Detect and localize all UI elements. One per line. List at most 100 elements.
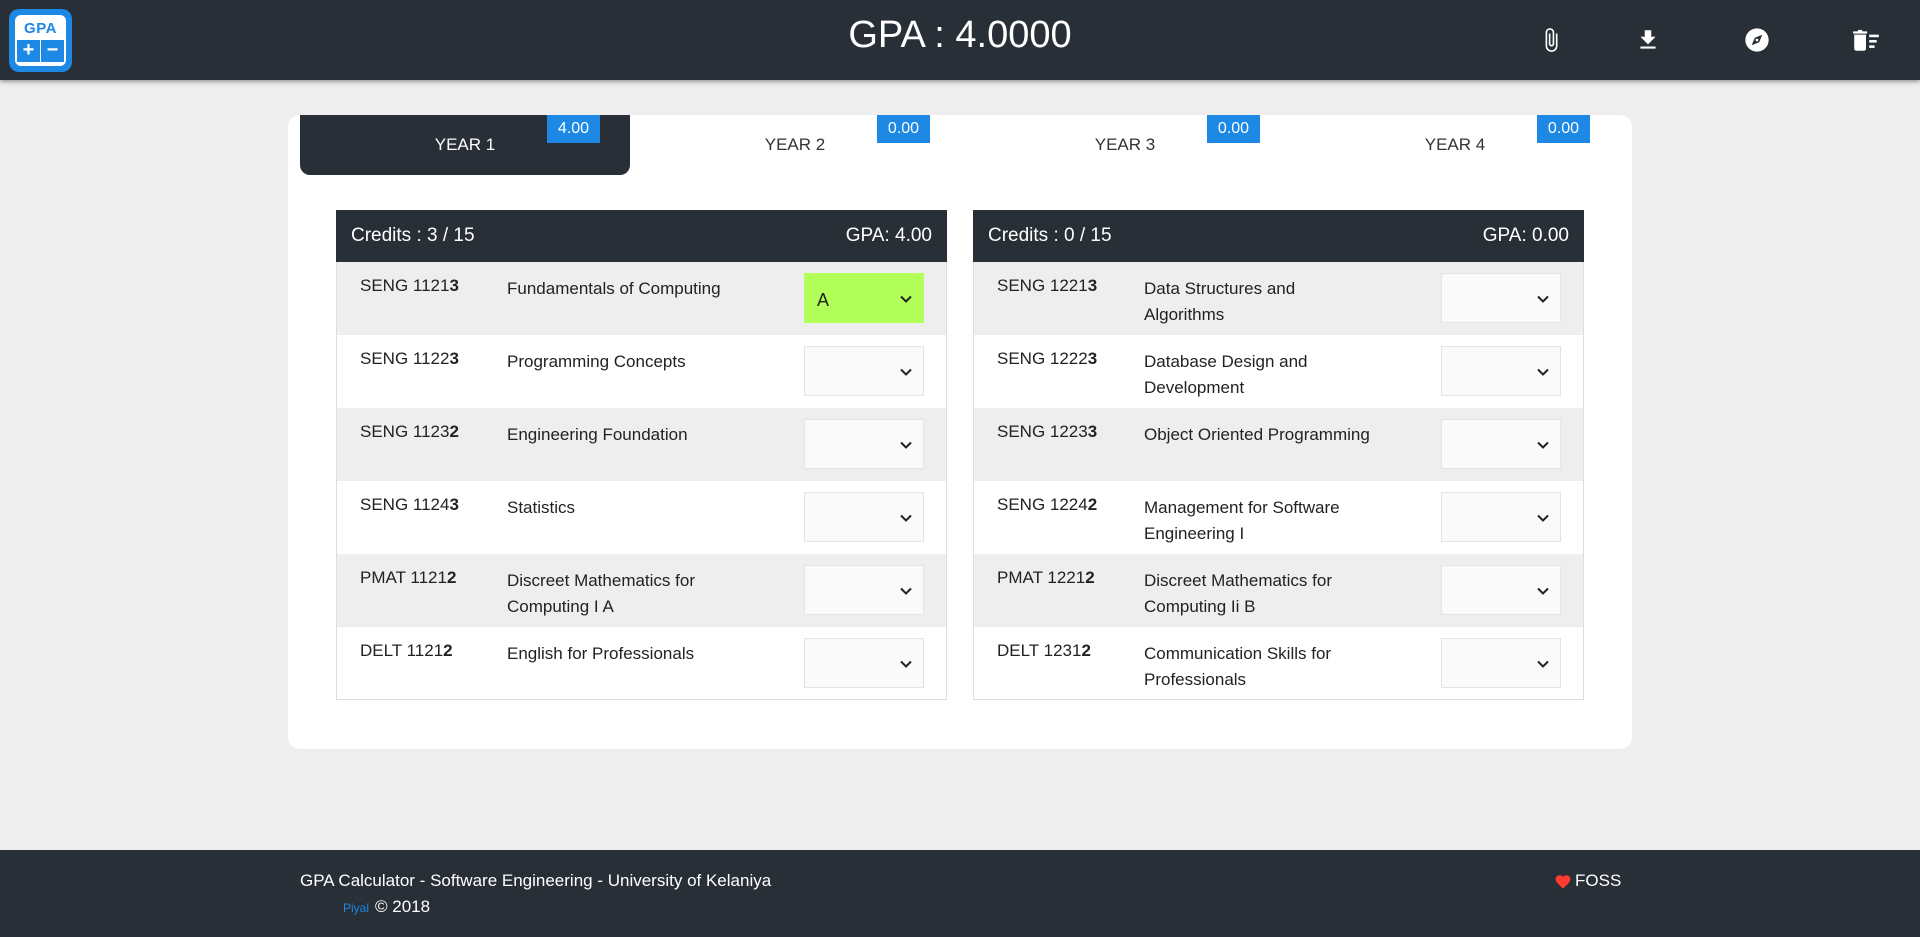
app-header: GPA + − GPA : 4.0000 bbox=[0, 0, 1920, 80]
chevron-down-icon bbox=[900, 368, 912, 376]
semester-2-panel: Credits : 0 / 15 GPA: 0.00 SENG 12213 Da… bbox=[973, 210, 1584, 700]
course-name: Management for Software Engineering I bbox=[1144, 498, 1340, 543]
course-name: Discreet Mathematics for Computing Ii B bbox=[1144, 571, 1332, 616]
course-credit-digit: 3 bbox=[449, 495, 459, 514]
course-code: SENG 11243 bbox=[360, 495, 459, 515]
grade-select[interactable] bbox=[1441, 346, 1561, 396]
chevron-down-icon bbox=[1537, 587, 1549, 595]
grade-select[interactable] bbox=[1441, 638, 1561, 688]
logo-badge: GPA + − bbox=[15, 15, 66, 66]
course-code: SENG 11223 bbox=[360, 349, 459, 369]
year-tabs: YEAR 1 4.00 YEAR 2 0.00 YEAR 3 0.00 YEAR… bbox=[300, 115, 1620, 175]
grade-select[interactable] bbox=[804, 346, 924, 396]
course-row: SENG 12213 Data Structures and Algorithm… bbox=[974, 262, 1583, 335]
overall-gpa-title: GPA : 4.0000 bbox=[848, 14, 1072, 56]
grade-select[interactable] bbox=[1441, 419, 1561, 469]
logo-plus-sign: + bbox=[17, 40, 40, 62]
course-code-prefix: DELT 1231 bbox=[997, 641, 1082, 660]
course-code-prefix: PMAT 1221 bbox=[997, 568, 1086, 587]
copyright-text: © 2018 bbox=[375, 897, 431, 916]
course-credit-digit: 2 bbox=[449, 422, 459, 441]
download-button[interactable] bbox=[1628, 20, 1668, 60]
grade-select[interactable] bbox=[1441, 273, 1561, 323]
course-code-prefix: DELT 1121 bbox=[360, 641, 444, 660]
footer-copyright: Piyal © 2018 bbox=[343, 897, 430, 917]
paperclip-icon bbox=[1545, 28, 1558, 52]
heart-icon bbox=[1555, 874, 1571, 888]
course-row: SENG 12242 Management for Software Engin… bbox=[974, 481, 1583, 554]
semester-1-panel: Credits : 3 / 15 GPA: 4.00 SENG 11213 Fu… bbox=[336, 210, 947, 700]
tab-gpa-badge: 0.00 bbox=[1537, 115, 1590, 143]
course-name: Object Oriented Programming bbox=[1144, 425, 1370, 444]
grade-select[interactable] bbox=[804, 565, 924, 615]
footer-title: GPA Calculator - Software Engineering - … bbox=[300, 871, 772, 890]
course-row: PMAT 12212 Discreet Mathematics for Comp… bbox=[974, 554, 1583, 627]
tab-year-2[interactable]: YEAR 2 0.00 bbox=[630, 115, 960, 175]
credits-summary: Credits : 3 / 15 bbox=[351, 225, 475, 246]
chevron-down-icon bbox=[1537, 295, 1549, 303]
app-logo[interactable]: GPA + − bbox=[9, 9, 72, 72]
grade-select[interactable] bbox=[1441, 565, 1561, 615]
course-code-prefix: SENG 1222 bbox=[997, 349, 1088, 368]
course-name: Statistics bbox=[507, 498, 576, 517]
tab-year-4[interactable]: YEAR 4 0.00 bbox=[1290, 115, 1620, 175]
course-name: Discreet Mathematics for Computing I A bbox=[507, 571, 695, 616]
grade-select[interactable] bbox=[804, 638, 924, 688]
foss-link[interactable]: FOSS bbox=[1555, 871, 1621, 891]
semester-header: Credits : 3 / 15 GPA: 4.00 bbox=[336, 210, 947, 262]
tab-gpa-badge: 0.00 bbox=[1207, 115, 1260, 143]
semester-gpa: GPA: 0.00 bbox=[1482, 225, 1569, 246]
chevron-down-icon bbox=[1537, 514, 1549, 522]
course-code-prefix: SENG 1223 bbox=[997, 422, 1088, 441]
course-row: DELT 11212 English for Professionals bbox=[337, 627, 946, 699]
tab-year-3[interactable]: YEAR 3 0.00 bbox=[960, 115, 1290, 175]
course-row: SENG 11223 Programming Concepts bbox=[337, 335, 946, 408]
course-code: PMAT 12212 bbox=[997, 568, 1095, 588]
grade-select[interactable]: A bbox=[804, 273, 924, 323]
course-name: Data Structures and Algorithms bbox=[1144, 279, 1296, 324]
clear-all-button[interactable] bbox=[1846, 20, 1886, 60]
course-row: SENG 11213 Fundamentals of Computing A bbox=[337, 262, 946, 335]
chevron-down-icon bbox=[1537, 441, 1549, 449]
logo-text: GPA bbox=[24, 20, 57, 37]
course-code: DELT 11212 bbox=[360, 641, 453, 661]
course-name: Communication Skills for Professionals bbox=[1144, 644, 1332, 689]
course-code: PMAT 11212 bbox=[360, 568, 456, 588]
semester-gpa: GPA: 4.00 bbox=[845, 225, 932, 246]
course-code: SENG 12213 bbox=[997, 276, 1097, 296]
grade-select[interactable] bbox=[804, 419, 924, 469]
course-row: SENG 12223 Database Design and Developme… bbox=[974, 335, 1583, 408]
course-code-prefix: SENG 1122 bbox=[360, 349, 450, 368]
chevron-down-icon bbox=[900, 587, 912, 595]
foss-label: FOSS bbox=[1575, 871, 1622, 890]
tab-year-1[interactable]: YEAR 1 4.00 bbox=[300, 115, 630, 175]
course-name: English for Professionals bbox=[507, 644, 695, 663]
course-code-prefix: SENG 1224 bbox=[997, 495, 1088, 514]
grade-select[interactable] bbox=[1441, 492, 1561, 542]
chevron-down-icon bbox=[900, 441, 912, 449]
course-credit-digit: 2 bbox=[443, 641, 453, 660]
explore-button[interactable] bbox=[1737, 20, 1777, 60]
grade-select[interactable] bbox=[804, 492, 924, 542]
author-link[interactable]: Piyal bbox=[343, 901, 369, 915]
course-credit-digit: 3 bbox=[449, 349, 459, 368]
chevron-down-icon bbox=[900, 514, 912, 522]
chevron-down-icon bbox=[900, 660, 912, 668]
semester-header: Credits : 0 / 15 GPA: 0.00 bbox=[973, 210, 1584, 262]
course-credit-digit: 2 bbox=[1087, 495, 1098, 514]
attach-button[interactable] bbox=[1531, 20, 1571, 60]
course-code: SENG 12242 bbox=[997, 495, 1097, 515]
course-row: SENG 11232 Engineering Foundation bbox=[337, 408, 946, 481]
course-row: DELT 12312 Communication Skills for Prof… bbox=[974, 627, 1583, 699]
tab-gpa-badge: 0.00 bbox=[877, 115, 930, 143]
course-code-prefix: SENG 1123 bbox=[360, 422, 450, 441]
course-code: DELT 12312 bbox=[997, 641, 1091, 661]
course-credit-digit: 3 bbox=[1087, 276, 1098, 295]
chevron-down-icon bbox=[1537, 660, 1549, 668]
course-credit-digit: 3 bbox=[1087, 422, 1098, 441]
logo-minus-sign: − bbox=[41, 40, 64, 62]
course-list: SENG 12213 Data Structures and Algorithm… bbox=[973, 262, 1584, 700]
course-credit-digit: 2 bbox=[446, 568, 457, 587]
course-name: Programming Concepts bbox=[507, 352, 686, 371]
course-list: SENG 11213 Fundamentals of Computing A S… bbox=[336, 262, 947, 700]
